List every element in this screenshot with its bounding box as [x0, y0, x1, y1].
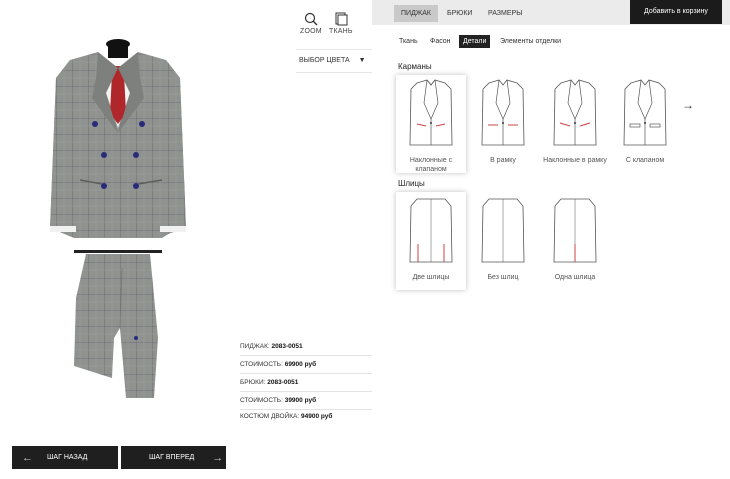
pocket-option-label: Наклонные с клапаном: [409, 157, 453, 173]
vent-option-label: Одна шлица: [554, 274, 596, 281]
vent-option-label: Две шлицы: [412, 274, 450, 281]
summary-value: 2083-0051: [271, 343, 303, 350]
pocket-option-flap[interactable]: С клапаном: [610, 75, 680, 165]
pocket-option-slanted-framed[interactable]: Наклонные в рамку: [540, 75, 610, 165]
summary-label: КОСТЮМ ДВОЙКА:: [240, 413, 300, 420]
suit-preview-image: [50, 39, 186, 398]
arrow-right-icon[interactable]: →: [682, 98, 694, 112]
color-select-dropdown[interactable]: ВЫБОР ЦВЕТА ▼: [299, 57, 366, 64]
tab-sizes[interactable]: РАЗМЕРЫ: [481, 5, 529, 22]
sub-tab-bar: Ткань Фасон Детали Элементы отделки: [372, 25, 730, 56]
tools-divider: [296, 49, 372, 50]
magnifier-icon: [304, 12, 318, 26]
zoom-button[interactable]: ZOOM: [300, 12, 322, 35]
subtab-details[interactable]: Детали: [459, 35, 491, 48]
subtab-fabric[interactable]: Ткань: [395, 35, 422, 48]
pocket-option-slanted-flap[interactable]: Наклонные с клапаном: [396, 75, 466, 173]
preview-area: ZOOM ТКАНЬ ВЫБОР ЦВЕТА ▼ ПИДЖАК: 2083-005…: [0, 0, 372, 479]
zoom-label: ZOOM: [300, 28, 322, 35]
jacket-framed-pocket-icon: [481, 79, 525, 146]
tab-jacket[interactable]: ПИДЖАК: [394, 5, 439, 22]
arrow-left-icon: ←: [22, 451, 33, 464]
configurator-panel: ПИДЖАК БРЮКИ РАЗМЕРЫ Добавить в корзину …: [372, 0, 730, 479]
jacket-back-no-vents-icon: [481, 198, 525, 263]
vent-option-two[interactable]: Две шлицы: [396, 192, 466, 290]
forward-label: ШАГ ВПЕРЕД: [149, 454, 195, 461]
summary-row-jacket: ПИДЖАК: 2083-0051: [240, 338, 372, 356]
summary-label: ПИДЖАК:: [240, 343, 270, 350]
subtab-trim[interactable]: Элементы отделки: [496, 35, 565, 48]
summary-row-total: КОСТЮМ ДВОЙКА: 94900 руб: [240, 408, 372, 425]
pocket-option-label: Наклонные в рамку: [543, 157, 607, 164]
fabric-button[interactable]: ТКАНЬ: [329, 12, 353, 35]
summary-value: 94900 руб: [301, 413, 333, 420]
summary-value: 39900 руб: [284, 397, 317, 404]
summary-label: СТОИМОСТЬ:: [240, 361, 283, 368]
summary-row-trousers: БРЮКИ: 2083-0051: [240, 374, 372, 392]
summary-row-jacket-price: СТОИМОСТЬ: 69900 руб: [240, 356, 372, 374]
jacket-flap-pocket-icon: [623, 79, 667, 146]
subtab-style[interactable]: Фасон: [426, 35, 455, 48]
caret-down-icon: ▼: [358, 57, 366, 64]
back-label: ШАГ НАЗАД: [47, 454, 88, 461]
fabric-label: ТКАНЬ: [329, 28, 353, 35]
jacket-slanted-flap-icon: [409, 79, 453, 146]
tab-trousers[interactable]: БРЮКИ: [440, 5, 479, 22]
color-select-label: ВЫБОР ЦВЕТА: [299, 57, 350, 64]
pocket-option-framed[interactable]: В рамку: [468, 75, 538, 165]
details-content: Карманы Наклонные с клапаном В рамку Нак…: [372, 55, 730, 479]
jacket-back-one-vent-icon: [553, 198, 597, 263]
fabric-swatch-icon: [335, 12, 348, 26]
vent-option-none[interactable]: Без шлиц: [468, 192, 538, 282]
summary-label: СТОИМОСТЬ:: [240, 397, 283, 404]
top-tab-bar: ПИДЖАК БРЮКИ РАЗМЕРЫ Добавить в корзину: [372, 0, 730, 26]
jacket-back-two-vents-icon: [409, 198, 453, 263]
pockets-title: Карманы: [398, 62, 432, 71]
summary-label: БРЮКИ:: [240, 379, 266, 386]
vent-option-label: Без шлиц: [487, 274, 519, 281]
summary-value: 2083-0051: [267, 379, 299, 386]
forward-button[interactable]: ШАГ ВПЕРЕД →: [121, 446, 226, 469]
pocket-option-label: В рамку: [490, 157, 516, 164]
arrow-right-icon: →: [212, 451, 224, 464]
back-button[interactable]: ← ШАГ НАЗАД: [12, 446, 118, 469]
vent-option-one[interactable]: Одна шлица: [540, 192, 610, 282]
pocket-option-label: С клапаном: [625, 157, 665, 164]
jacket-slanted-framed-icon: [553, 79, 597, 146]
add-to-cart-button[interactable]: Добавить в корзину: [630, 0, 722, 24]
vents-title: Шлицы: [398, 179, 425, 188]
summary-value: 69900 руб: [284, 361, 317, 368]
tools-divider: [296, 72, 372, 73]
